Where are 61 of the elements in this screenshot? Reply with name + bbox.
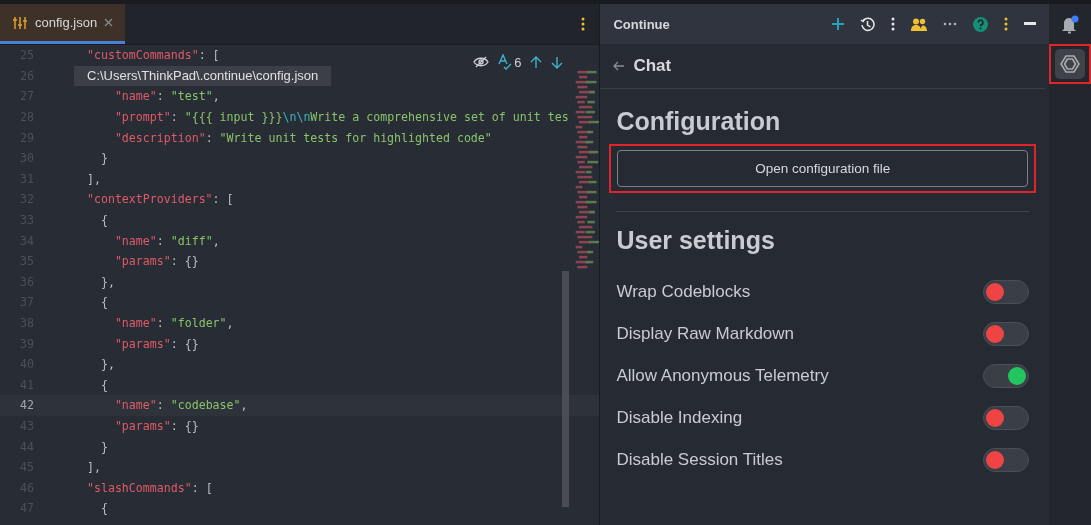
hexagon-icon (1060, 54, 1080, 74)
close-icon[interactable] (104, 18, 114, 27)
code-line: "description": "Write unit tests for highlighted code" (113, 130, 492, 145)
up-arrow-icon[interactable] (530, 55, 543, 69)
file-path-tooltip: C:\Users\ThinkPad\.continue\config.json (74, 66, 332, 86)
line-number: 42 (19, 398, 34, 413)
setting-label: Allow Anonymous Telemetry (616, 366, 829, 386)
back-link[interactable]: Chat (633, 56, 672, 76)
code-line: { (99, 501, 108, 516)
toggle-switch[interactable] (983, 322, 1029, 346)
editor-tab[interactable]: config.json (0, 4, 126, 44)
continue-toolwindow-button[interactable] (1055, 49, 1085, 79)
people-icon[interactable] (911, 17, 927, 31)
code-line: "slashCommands": [ (85, 480, 213, 495)
setting-label: Disable Session Titles (616, 450, 783, 470)
sliders-icon (12, 15, 28, 30)
setting-label: Disable Indexing (616, 408, 743, 428)
scrollbar-thumb[interactable] (562, 271, 569, 507)
toggle-switch[interactable] (983, 448, 1029, 472)
code-line: } (99, 439, 108, 454)
bell-icon[interactable] (1061, 14, 1079, 34)
help-icon[interactable] (973, 16, 988, 32)
ellipsis-icon[interactable] (943, 22, 957, 26)
open-configuration-button[interactable]: Open configuration file (617, 150, 1028, 187)
code-line: { (99, 213, 108, 228)
back-arrow-icon[interactable] (613, 61, 625, 71)
down-arrow-icon[interactable] (551, 55, 564, 69)
code-line: "params": {} (113, 254, 199, 269)
code-line: { (99, 377, 108, 392)
more-icon[interactable] (891, 17, 895, 31)
more-icon[interactable] (1004, 17, 1008, 31)
code-line: }, (99, 357, 115, 372)
plus-icon[interactable] (832, 18, 844, 30)
panel-title: Continue (613, 16, 670, 32)
toggle-switch[interactable] (983, 364, 1029, 388)
code-line: "contextProviders": [ (85, 192, 234, 207)
section-heading: User settings (616, 226, 776, 255)
minimize-icon[interactable] (1024, 22, 1036, 26)
setting-label: Display Raw Markdown (616, 324, 795, 344)
code-line: "name": "folder", (113, 316, 234, 330)
code-line: }, (99, 274, 115, 289)
spellcheck-icon[interactable] (498, 54, 513, 70)
toggle-switch[interactable] (983, 280, 1029, 304)
eye-slash-icon[interactable] (473, 56, 490, 68)
code-line: ], (85, 460, 101, 475)
code-line: "name": "test", (113, 89, 220, 104)
code-line: } (99, 151, 108, 166)
code-line: "name": "diff", (113, 233, 220, 248)
section-heading: Configuration (616, 107, 782, 136)
code-line: "params": {} (113, 419, 199, 433)
code-line: "params": {} (113, 336, 199, 351)
code-line: { (99, 295, 108, 310)
code-line: "name": "codebase", (113, 398, 248, 413)
inspection-count: 6 (514, 54, 522, 70)
code-line: ], (85, 171, 101, 186)
setting-label: Wrap Codeblocks (616, 282, 751, 302)
toggle-switch[interactable] (983, 406, 1029, 430)
history-icon[interactable] (860, 16, 875, 32)
code-line: "prompt": "{{{ input }}}\n\nWrite a comprehensive set of unit tes (113, 110, 569, 125)
more-icon[interactable] (581, 17, 586, 31)
code-line: "customCommands": [ (85, 48, 220, 63)
